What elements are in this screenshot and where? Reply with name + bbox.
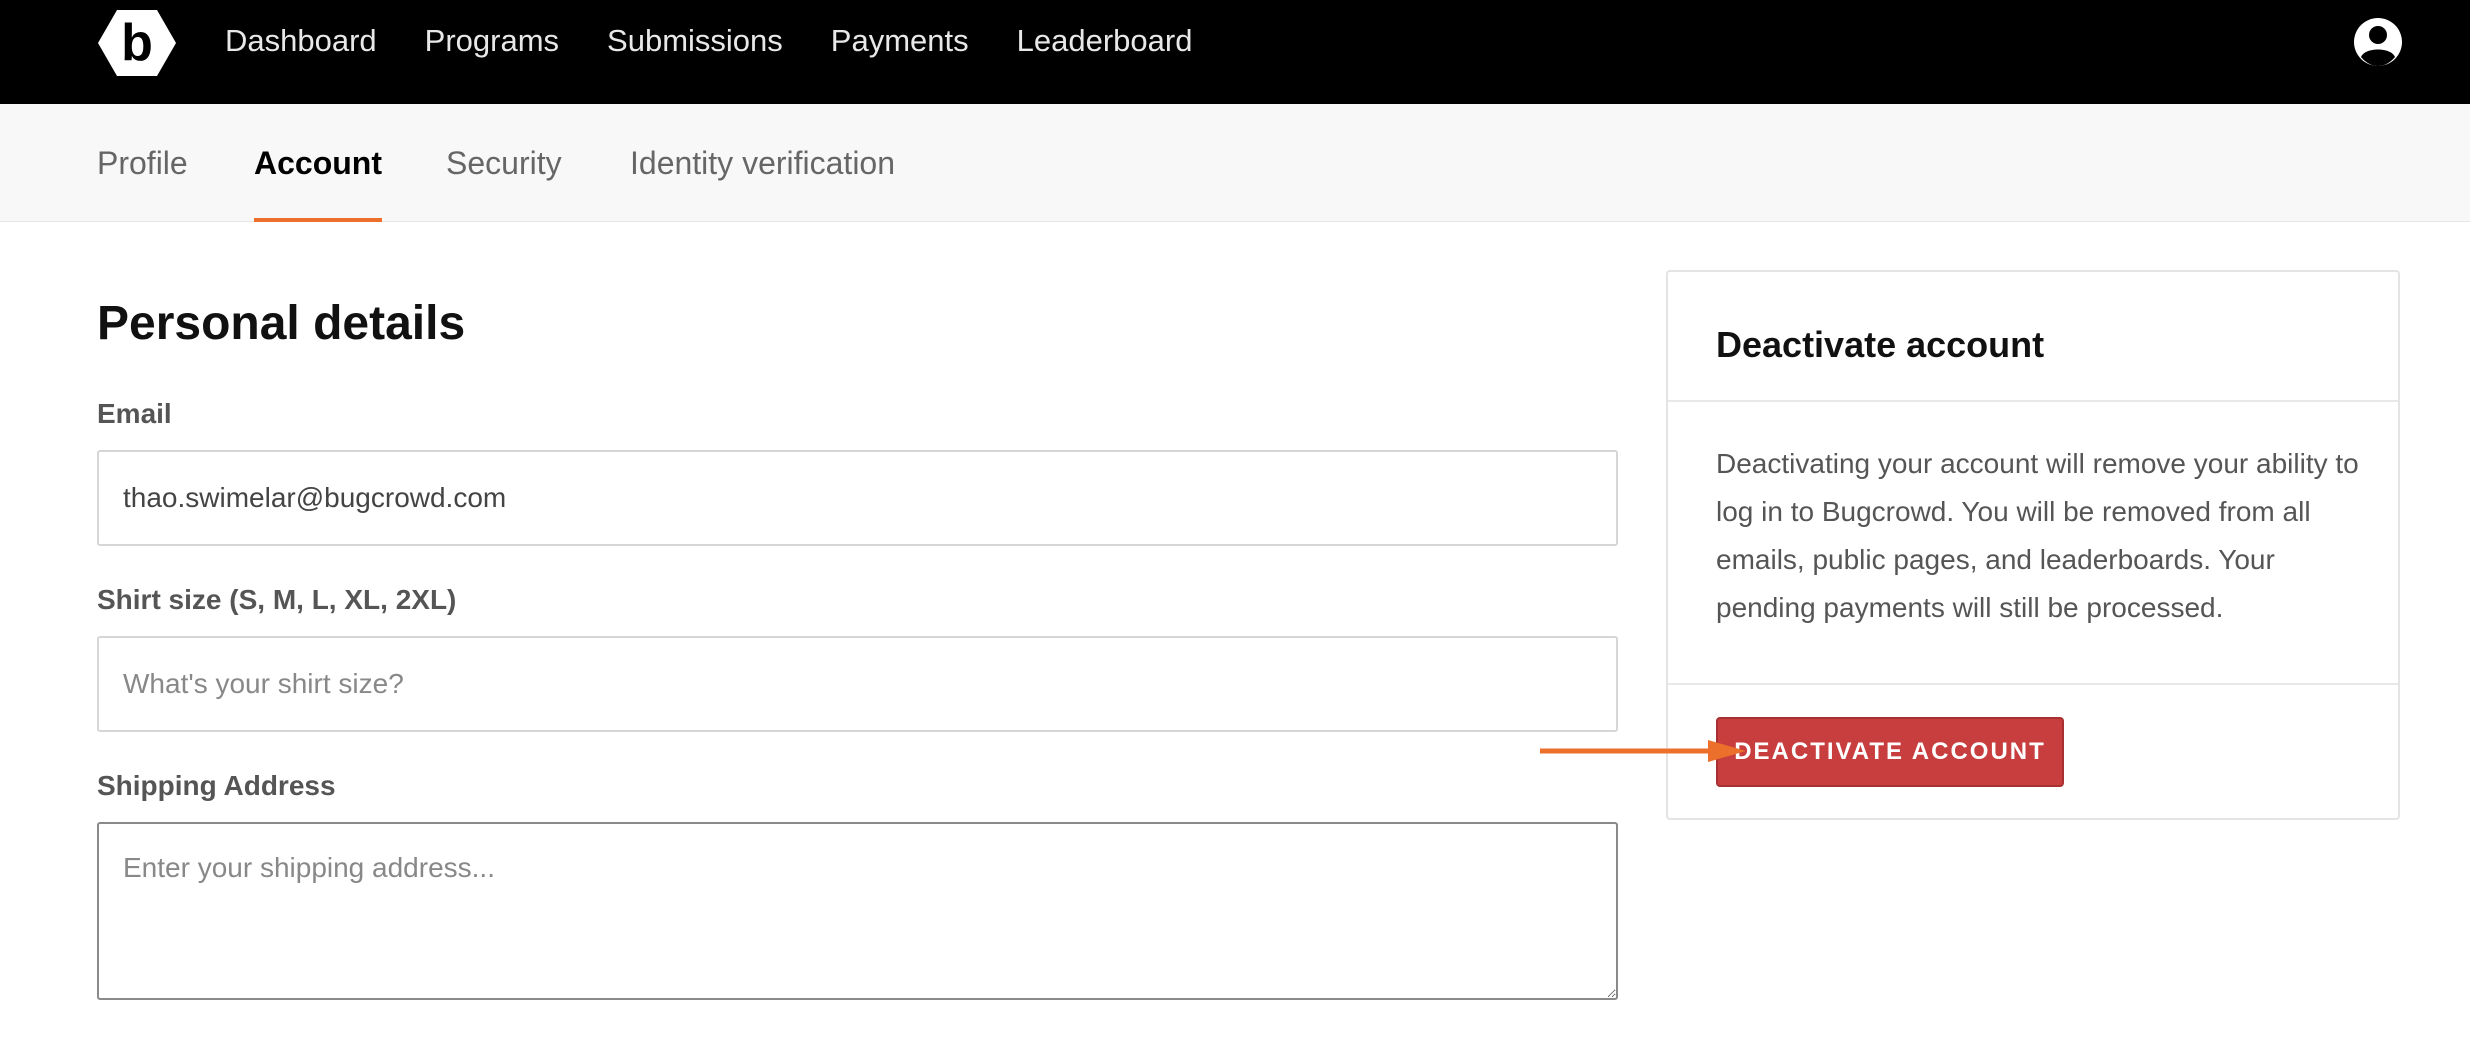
- nav-dashboard[interactable]: Dashboard: [225, 23, 377, 59]
- shirt-size-input[interactable]: [97, 636, 1618, 732]
- email-field[interactable]: [97, 450, 1618, 546]
- tab-profile[interactable]: Profile: [97, 104, 188, 222]
- email-label: Email: [97, 398, 172, 429]
- deactivate-account-card: Deactivate account Deactivating your acc…: [1666, 270, 2400, 820]
- bugcrowd-logo[interactable]: b: [97, 8, 177, 78]
- page-title: Personal details: [97, 297, 466, 350]
- logo-letter: b: [121, 14, 153, 72]
- user-circle-icon[interactable]: [2352, 16, 2404, 68]
- main-nav: Dashboard Programs Submissions Payments …: [225, 0, 1240, 82]
- nav-leaderboard[interactable]: Leaderboard: [1017, 23, 1193, 59]
- card-header: Deactivate account: [1668, 272, 2398, 402]
- deactivate-description: Deactivating your account will remove yo…: [1716, 448, 2359, 623]
- card-divider: [1668, 683, 2398, 685]
- deactivate-title: Deactivate account: [1716, 324, 2045, 365]
- nav-submissions[interactable]: Submissions: [607, 23, 783, 59]
- shipping-address-input[interactable]: [97, 822, 1618, 1000]
- tab-security[interactable]: Security: [446, 104, 562, 222]
- nav-programs[interactable]: Programs: [425, 23, 559, 59]
- deactivate-account-button[interactable]: DEACTIVATE ACCOUNT: [1716, 717, 2064, 787]
- account-subnav: Profile Account Security Identity verifi…: [0, 104, 2470, 222]
- annotation-arrow-icon: [1538, 736, 1748, 766]
- shirt-size-label: Shirt size (S, M, L, XL, 2XL): [97, 584, 457, 615]
- nav-payments[interactable]: Payments: [831, 23, 969, 59]
- shipping-address-label: Shipping Address: [97, 770, 336, 801]
- top-navbar: b Dashboard Programs Submissions Payment…: [0, 0, 2470, 104]
- tab-identity-verification[interactable]: Identity verification: [630, 104, 895, 222]
- tab-account[interactable]: Account: [254, 104, 382, 222]
